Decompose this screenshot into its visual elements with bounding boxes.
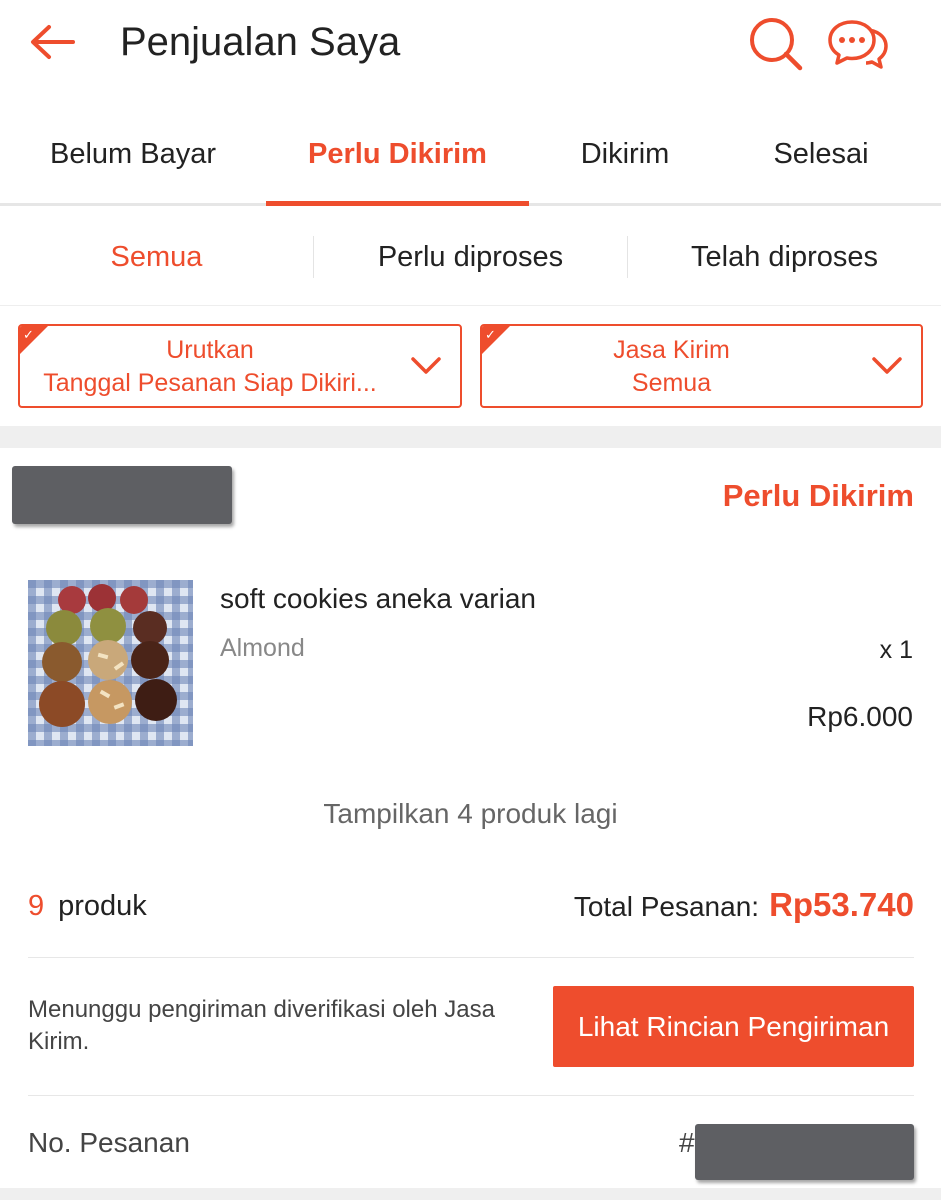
tab-dikirim[interactable]: Dikirim bbox=[529, 104, 721, 204]
redacted-buyer-name bbox=[12, 466, 232, 524]
product-variant: Almond bbox=[220, 634, 305, 662]
sort-filter-text: Urutkan Tanggal Pesanan Siap Dikiri... bbox=[20, 334, 400, 400]
redacted-order-number bbox=[695, 1124, 914, 1180]
search-icon bbox=[750, 18, 803, 71]
product-count-label: produk bbox=[58, 890, 147, 922]
subtab-telah-diproses[interactable]: Telah diproses bbox=[628, 208, 941, 306]
sort-filter-dropdown[interactable]: ✓ Urutkan Tanggal Pesanan Siap Dikiri... bbox=[18, 324, 462, 408]
divider bbox=[28, 1095, 914, 1096]
order-tabs: Belum Bayar Perlu Dikirim Dikirim Selesa… bbox=[0, 104, 941, 206]
shipping-status-message: Menunggu pengiriman diverifikasi oleh Ja… bbox=[28, 996, 495, 1055]
order-total-label: Total Pesanan: bbox=[573, 891, 760, 922]
order-total: Total Pesanan: Rp53.740 bbox=[574, 886, 914, 924]
product-thumbnail[interactable] bbox=[28, 580, 193, 746]
courier-filter-text: Jasa Kirim Semua bbox=[482, 334, 861, 400]
tab-perlu-dikirim[interactable]: Perlu Dikirim bbox=[266, 104, 529, 204]
chevron-down-icon bbox=[872, 357, 902, 374]
divider bbox=[28, 957, 914, 958]
product-price: Rp6.000 bbox=[807, 701, 913, 732]
courier-filter-value: Semua bbox=[631, 369, 712, 397]
tab-selesai[interactable]: Selesai bbox=[721, 104, 921, 204]
sort-filter-label: Urutkan bbox=[166, 336, 254, 364]
section-separator bbox=[0, 1188, 941, 1200]
order-number-prefix: # bbox=[679, 1127, 695, 1158]
page-title: Penjualan Saya bbox=[120, 20, 401, 64]
status-subtabs: Semua Perlu diproses Telah diproses bbox=[0, 208, 941, 306]
arrow-left-icon bbox=[31, 25, 75, 59]
active-tab-indicator bbox=[266, 201, 529, 206]
tab-belum-bayar[interactable]: Belum Bayar bbox=[0, 104, 266, 204]
back-button[interactable] bbox=[24, 18, 80, 66]
product-count: 9 produk bbox=[28, 890, 147, 923]
search-button[interactable] bbox=[746, 14, 806, 74]
sort-filter-value: Tanggal Pesanan Siap Dikiri... bbox=[43, 369, 377, 397]
cookies-photo bbox=[28, 580, 193, 746]
app-header: Penjualan Saya bbox=[0, 0, 941, 96]
subtab-semua[interactable]: Semua bbox=[0, 208, 313, 306]
chevron-down-icon bbox=[411, 357, 441, 374]
view-shipping-details-button[interactable]: Lihat Rincian Pengiriman bbox=[553, 986, 914, 1067]
chat-button[interactable] bbox=[826, 16, 890, 72]
product-name: soft cookies aneka varian bbox=[220, 583, 536, 614]
order-total-value: Rp53.740 bbox=[769, 886, 914, 923]
courier-filter-label: Jasa Kirim bbox=[613, 336, 730, 364]
subtab-perlu-diproses[interactable]: Perlu diproses bbox=[314, 208, 627, 306]
courier-filter-dropdown[interactable]: ✓ Jasa Kirim Semua bbox=[480, 324, 923, 408]
product-count-number: 9 bbox=[28, 890, 45, 922]
section-separator bbox=[0, 426, 941, 448]
show-more-products-link[interactable]: Tampilkan 4 produk lagi bbox=[0, 798, 941, 830]
order-status-label: Perlu Dikirim bbox=[722, 478, 914, 513]
order-number-label: No. Pesanan bbox=[28, 1127, 190, 1158]
chat-bubbles-icon bbox=[828, 20, 888, 69]
product-quantity: x 1 bbox=[879, 636, 913, 664]
